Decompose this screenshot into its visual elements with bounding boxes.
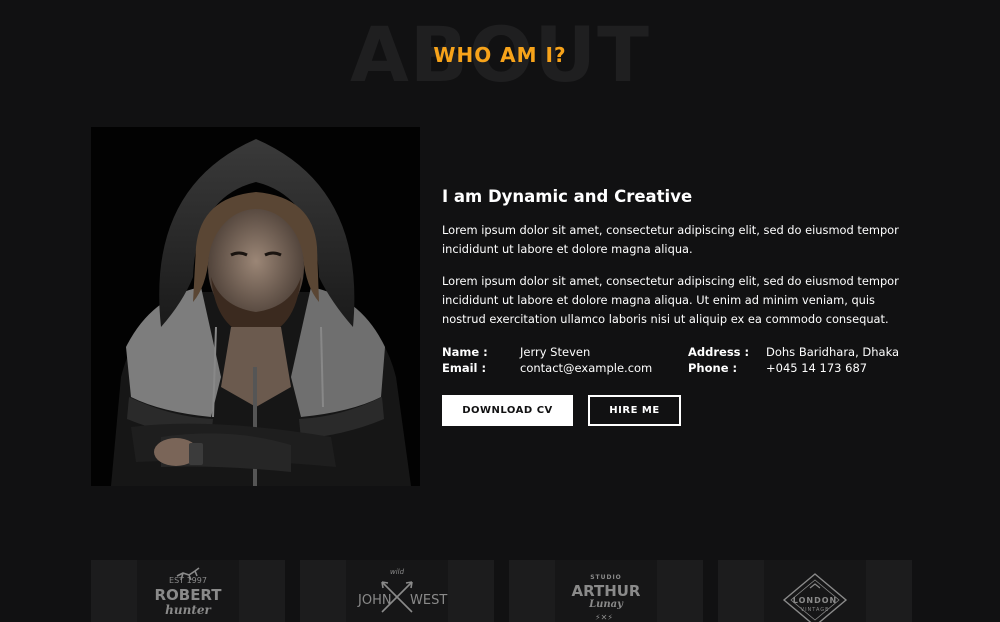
about-content: I am Dynamic and Creative Lorem ipsum do…: [442, 185, 912, 329]
about-heading: I am Dynamic and Creative: [442, 187, 693, 206]
brand-2-line1: JOHN: [358, 593, 392, 608]
brand-3-line1: ARTHUR: [571, 582, 641, 600]
brand-2-line2: WEST: [410, 593, 448, 608]
address-value: Dohs Baridhara, Dhaka: [766, 345, 900, 359]
hire-me-button[interactable]: HIRE ME: [588, 395, 681, 426]
profile-photo: [91, 127, 420, 486]
name-value: Jerry Steven: [520, 345, 591, 359]
email-value[interactable]: contact@example.com: [520, 360, 652, 376]
section-heading: ABOUT WHO AM I?: [0, 0, 1000, 110]
brand-4-line2: VINTAGE: [800, 607, 830, 613]
brand-2-tag: wild: [389, 568, 405, 576]
about-paragraph-1: Lorem ipsum dolor sit amet, consectetur …: [442, 223, 899, 256]
section-title: WHO AM I?: [433, 43, 567, 67]
brand-3-line2: Lunay: [589, 599, 623, 610]
contact-info: Name : Jerry Steven Address : Dohs Barid…: [442, 344, 912, 380]
brand-logo-card-1[interactable]: EST 1997 ROBERT hunter: [91, 560, 285, 622]
brand-logo-card-3[interactable]: STUDIO ARTHUR Lunay ⚡✕⚡: [509, 560, 703, 622]
about-paragraph-2: Lorem ipsum dolor sit amet, consectetur …: [442, 274, 899, 326]
phone-label: Phone :: [688, 361, 738, 375]
brand-logo-card-2[interactable]: wild JOHN WEST: [300, 560, 494, 622]
download-cv-button[interactable]: DOWNLOAD CV: [442, 395, 573, 426]
name-label: Name :: [442, 345, 488, 359]
lightning-icon: ⚡✕⚡: [595, 613, 613, 622]
brand-1-tag: EST 1997: [169, 576, 207, 585]
brand-3-tag: STUDIO: [590, 574, 622, 581]
brand-logo-card-4[interactable]: LONDON VINTAGE: [718, 560, 912, 622]
brand-1-line1: ROBERT: [154, 586, 222, 604]
email-label: Email :: [442, 361, 487, 375]
brand-1-line2: hunter: [165, 603, 211, 617]
phone-value[interactable]: +045 14 173 687: [766, 360, 867, 376]
address-label: Address :: [688, 345, 750, 359]
hooded-man-illustration: [91, 127, 420, 486]
brand-4-line1: LONDON: [792, 596, 838, 605]
